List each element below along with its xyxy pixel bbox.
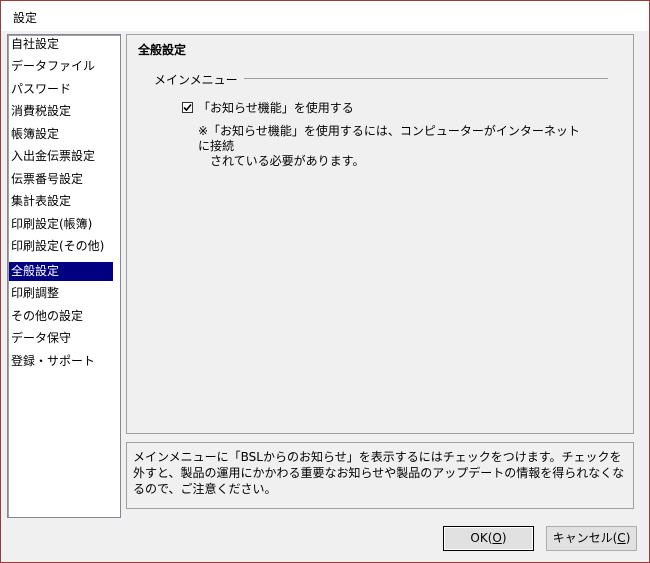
- description-box: メインメニューに「BSLからのお知らせ」を表示するにはチェックをつけます。チェッ…: [126, 442, 634, 509]
- window-title: 設定: [13, 11, 38, 25]
- sidebar-item-print-other[interactable]: 印刷設定(その他): [9, 237, 113, 256]
- sidebar-item-password[interactable]: パスワード: [9, 80, 113, 99]
- sidebar-item-print-ledger[interactable]: 印刷設定(帳簿): [9, 215, 113, 234]
- sidebar-item-ledger[interactable]: 帳簿設定: [9, 125, 113, 144]
- cancel-button-label: キャンセル(: [552, 531, 618, 545]
- group-title: 全般設定: [136, 41, 191, 58]
- sidebar-item-data-maintenance[interactable]: データ保守: [9, 329, 113, 348]
- cancel-button-label-close: ): [625, 531, 631, 545]
- checkmark-icon: [183, 103, 192, 111]
- cancel-button[interactable]: キャンセル(C): [546, 526, 637, 551]
- ok-button[interactable]: OK(O): [443, 526, 534, 551]
- notice-feature-label[interactable]: 「お知らせ機能」を使用する: [198, 99, 354, 116]
- sidebar-item-summary-table[interactable]: 集計表設定: [9, 192, 113, 211]
- title-bar[interactable]: 設定: [1, 1, 649, 31]
- settings-window: 設定 自社設定 データファイル パスワード 消費税設定 帳簿設定 入出金伝票設定…: [0, 0, 650, 563]
- notice-feature-checkbox[interactable]: [182, 101, 193, 113]
- sidebar-item-other-settings[interactable]: その他の設定: [9, 307, 113, 326]
- general-settings-groupbox: [126, 34, 634, 434]
- settings-category-list[interactable]: 自社設定 データファイル パスワード 消費税設定 帳簿設定 入出金伝票設定 伝票…: [7, 34, 121, 518]
- sidebar-item-registration[interactable]: 登録・サポート: [9, 352, 113, 371]
- ok-button-accelerator: O: [492, 531, 502, 545]
- description-text: メインメニューに「BSLからのお知らせ」を表示するにはチェックをつけます。チェッ…: [133, 450, 625, 496]
- section-label: メインメニュー: [154, 71, 244, 88]
- cancel-button-accelerator: C: [617, 531, 626, 545]
- sidebar-item-company[interactable]: 自社設定: [9, 35, 113, 54]
- sidebar-item-print-adjust[interactable]: 印刷調整: [9, 284, 113, 303]
- sidebar-item-consumption-tax[interactable]: 消費税設定: [9, 102, 113, 121]
- sidebar-item-general[interactable]: 全般設定: [9, 262, 113, 281]
- notice-requirement-note: ※「お知らせ機能」を使用するには、コンピューターがインターネットに接続 されてい…: [198, 124, 580, 168]
- ok-button-label: OK(: [470, 531, 493, 545]
- ok-button-label-close: ): [501, 531, 507, 545]
- sidebar-item-data-file[interactable]: データファイル: [9, 57, 113, 76]
- sidebar-item-voucher-number[interactable]: 伝票番号設定: [9, 170, 113, 189]
- notice-feature-option[interactable]: 「お知らせ機能」を使用する: [182, 99, 354, 115]
- sidebar-item-cash-voucher[interactable]: 入出金伝票設定: [9, 147, 113, 166]
